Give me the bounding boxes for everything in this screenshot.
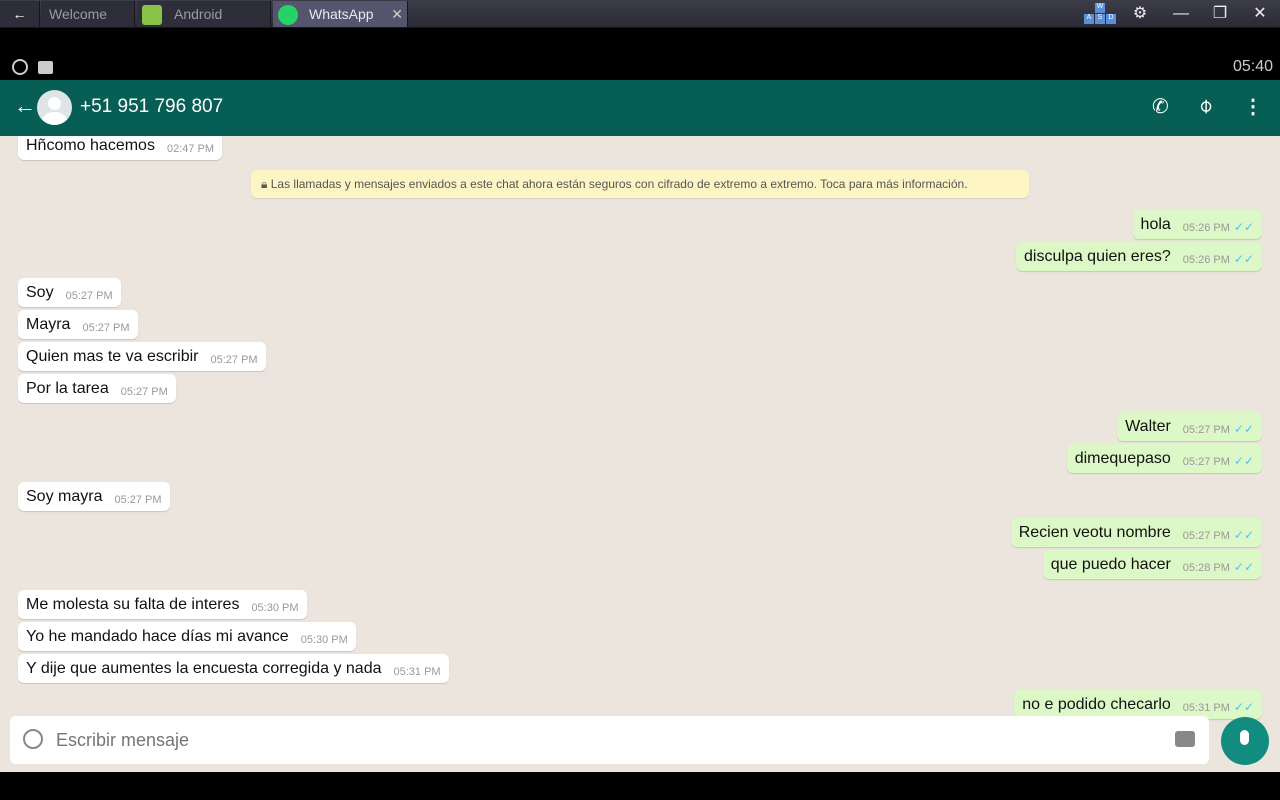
message-time: 05:26 PM	[1182, 254, 1230, 266]
outgoing-message[interactable]: Walter 05:27 PM ✓✓	[1117, 412, 1262, 441]
message-text: disculpa quien eres?	[1024, 248, 1171, 265]
message-text: Yo he mandado hace días mi avance	[26, 628, 289, 645]
key-w: W	[1095, 3, 1105, 13]
key-d: D	[1106, 14, 1116, 24]
message-text: no e podido checarlo	[1022, 696, 1171, 713]
tab-label: Android	[174, 6, 223, 22]
contact-name[interactable]: +51 951 796 807	[80, 96, 223, 118]
avatar[interactable]	[37, 90, 72, 125]
more-options-icon[interactable]: ⋮	[1243, 94, 1263, 119]
message-time: 05:30 PM	[300, 634, 348, 646]
message-time: 02:47 PM	[166, 143, 215, 155]
double-check-icon: ✓✓	[1233, 528, 1254, 542]
emoji-icon[interactable]	[23, 729, 43, 749]
outgoing-message[interactable]: hola 05:26 PM ✓✓	[1132, 210, 1262, 239]
incoming-message[interactable]: Soy 05:27 PM	[18, 278, 121, 307]
briefcase-check-icon	[38, 61, 53, 74]
message-time: 05:27 PM	[65, 290, 113, 302]
tab-label: WhatsApp	[309, 6, 374, 22]
double-check-icon: ✓✓	[1233, 220, 1254, 234]
double-check-icon: ✓✓	[1233, 560, 1254, 574]
message-text: hola	[1140, 216, 1171, 233]
outgoing-message[interactable]: dimequepaso 05:27 PM ✓✓	[1066, 444, 1262, 473]
message-time: 05:27 PM	[1182, 456, 1230, 468]
paperclip-icon[interactable]: ⌀	[1192, 92, 1218, 118]
tab-whatsapp[interactable]: WhatsApp ✕	[273, 1, 408, 27]
key-a: A	[1084, 14, 1094, 24]
message-text: que puedo hacer	[1050, 556, 1171, 573]
clock: 05:40	[1232, 58, 1273, 75]
message-text: Walter	[1125, 418, 1171, 435]
double-check-icon: ✓✓	[1233, 252, 1254, 266]
gear-icon[interactable]: ⚙	[1125, 2, 1155, 26]
tab-label: Welcome	[49, 6, 108, 22]
back-arrow-icon[interactable]: ←	[14, 93, 36, 119]
message-text: Soy	[26, 284, 54, 301]
nav-bar	[0, 772, 1280, 800]
message-time: 05:27 PM	[82, 322, 130, 334]
message-text: Recien veotu nombre	[1018, 524, 1171, 541]
outgoing-message[interactable]: no e podido checarlo 05:31 PM ✓✓	[1014, 690, 1262, 719]
android-status-bar: 05:40	[0, 28, 1280, 80]
wasd-keymap-button[interactable]: W A S D	[1084, 3, 1116, 25]
message-time: 05:27 PM	[114, 494, 162, 506]
incoming-message[interactable]: Me molesta su falta de interes 05:30 PM	[18, 590, 307, 619]
chat-header: ← +51 951 796 807 ✆ ⌀ ⋮	[0, 80, 1280, 136]
message-time: 05:27 PM	[1182, 530, 1230, 542]
incoming-message[interactable]: Yo he mandado hace días mi avance 05:30 P…	[18, 622, 356, 651]
lock-icon: 🔒︎	[261, 177, 271, 191]
message-text: Quien mas te va escribir	[26, 348, 199, 365]
message-time: 05:28 PM	[1182, 562, 1230, 574]
message-time: 05:27 PM	[1182, 424, 1230, 436]
message-text: Y dije que aumentes la encuesta corregid…	[26, 660, 382, 677]
incoming-message[interactable]: Hñcomo hacemos 02:47 PM	[18, 136, 223, 160]
android-icon	[142, 5, 162, 25]
message-text: Por la tarea	[26, 380, 109, 397]
outgoing-message[interactable]: disculpa quien eres? 05:26 PM ✓✓	[1016, 242, 1262, 271]
message-text: Mayra	[26, 316, 71, 333]
incoming-message[interactable]: Por la tarea 05:27 PM	[18, 374, 176, 403]
chat-area[interactable]: 🔒︎ Las llamadas y mensajes enviados a es…	[0, 136, 1280, 772]
message-time: 05:31 PM	[393, 666, 441, 678]
notice-text: Las llamadas y mensajes enviados a este …	[270, 177, 968, 191]
composer	[10, 716, 1209, 764]
minimize-button[interactable]: —	[1166, 2, 1196, 26]
message-text: Me molesta su falta de interes	[26, 596, 240, 613]
double-check-icon: ✓✓	[1233, 700, 1254, 714]
phone-icon[interactable]: ✆	[1152, 94, 1169, 119]
tab-welcome[interactable]: Welcome	[41, 1, 135, 27]
tab-android[interactable]: Android	[137, 1, 271, 27]
whatsapp-icon	[278, 5, 298, 25]
emulator-titlebar: ← Welcome Android WhatsApp ✕ W A S D ⚙ —…	[0, 0, 1280, 28]
message-time: 05:26 PM	[1182, 222, 1230, 234]
whatsapp-notification-icon	[12, 59, 28, 75]
incoming-message[interactable]: Y dije que aumentes la encuesta corregid…	[18, 654, 449, 683]
close-tab-icon[interactable]: ✕	[391, 1, 403, 27]
message-text: Hñcomo hacemos	[26, 137, 155, 154]
back-button[interactable]: ←	[0, 1, 40, 27]
mic-button[interactable]	[1221, 717, 1269, 765]
message-text: Soy mayra	[26, 488, 103, 505]
message-time: 05:27 PM	[120, 386, 168, 398]
double-check-icon: ✓✓	[1233, 422, 1254, 436]
message-text: dimequepaso	[1074, 450, 1171, 467]
camera-icon[interactable]	[1175, 731, 1195, 747]
incoming-message[interactable]: Mayra 05:27 PM	[18, 310, 138, 339]
outgoing-message[interactable]: Recien veotu nombre 05:27 PM ✓✓	[1010, 518, 1262, 547]
encryption-notice[interactable]: 🔒︎ Las llamadas y mensajes enviados a es…	[251, 170, 1029, 198]
double-check-icon: ✓✓	[1233, 454, 1254, 468]
incoming-message[interactable]: Quien mas te va escribir 05:27 PM	[18, 342, 266, 371]
key-s: S	[1095, 14, 1105, 24]
close-button[interactable]: ✕	[1245, 2, 1275, 26]
message-time: 05:30 PM	[251, 602, 299, 614]
message-time: 05:31 PM	[1182, 702, 1230, 714]
message-input[interactable]	[56, 724, 1156, 756]
restore-button[interactable]: ❐	[1205, 2, 1235, 26]
message-time: 05:27 PM	[210, 354, 258, 366]
incoming-message[interactable]: Soy mayra 05:27 PM	[18, 482, 170, 511]
mic-icon	[1240, 730, 1249, 745]
outgoing-message[interactable]: que puedo hacer 05:28 PM ✓✓	[1042, 550, 1262, 579]
